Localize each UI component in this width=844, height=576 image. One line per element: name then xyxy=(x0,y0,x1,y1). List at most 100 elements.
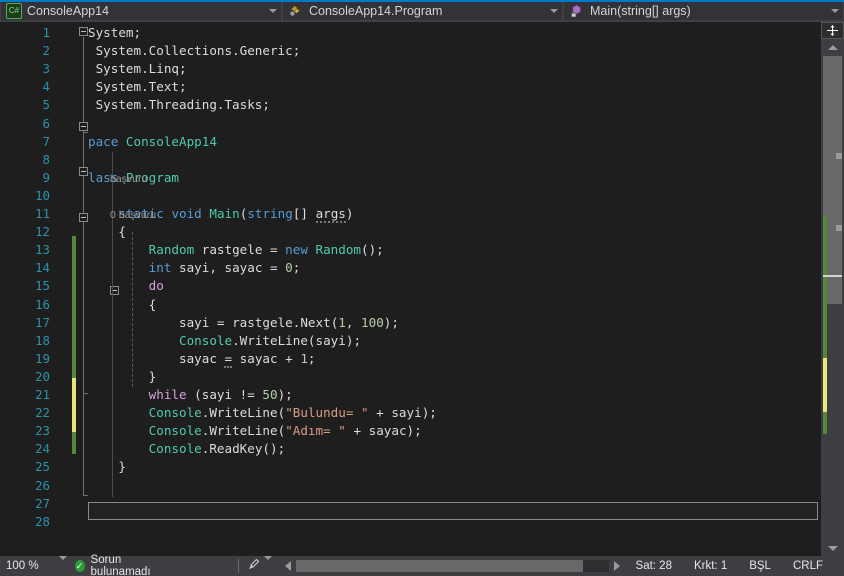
line-number: 15 xyxy=(35,278,50,294)
scroll-right-arrow-icon[interactable] xyxy=(609,559,625,573)
line-number: 2 xyxy=(42,43,50,59)
code-line[interactable]: 20 } xyxy=(0,368,844,386)
project-dropdown-chevron-down-icon[interactable] xyxy=(265,1,281,20)
code-line[interactable]: 27 xyxy=(0,495,844,513)
code-line-text: do xyxy=(148,278,164,294)
scrollbar-annotation-marker xyxy=(836,153,842,159)
type-dropdown[interactable]: ConsoleApp14.Program xyxy=(282,0,563,21)
check-circle-icon: ✓ xyxy=(74,560,85,572)
horizontal-scrollbar-thumb[interactable] xyxy=(295,560,583,572)
split-view-icon[interactable] xyxy=(821,22,844,39)
line-number: 25 xyxy=(35,459,50,475)
code-line-text: System.Text; xyxy=(88,79,187,95)
code-line[interactable]: 16 { xyxy=(0,296,844,314)
code-editor[interactable]: 1 System; 2 System.Collections.Generic; 3 S… xyxy=(0,22,844,556)
code-line[interactable]: 6 xyxy=(0,115,844,133)
build-status-label: Sorun bulunamadı xyxy=(90,554,151,576)
code-line[interactable]: 4 System.Text; xyxy=(0,78,844,96)
code-line-text: Random rastgele = new Random(); xyxy=(148,242,384,258)
project-dropdown[interactable]: C# ConsoleApp14 xyxy=(0,0,282,21)
code-line-text: int sayi, sayac = 0; xyxy=(148,260,301,276)
brush-icon xyxy=(247,558,260,574)
type-dropdown-chevron-down-icon[interactable] xyxy=(546,1,562,20)
line-number: 18 xyxy=(35,332,50,348)
caret-column-label: Krkt: 1 xyxy=(693,560,728,572)
window-accent-bar xyxy=(0,0,844,2)
code-line-text: Console.WriteLine(sayi); xyxy=(179,332,362,348)
project-dropdown-label: ConsoleApp14 xyxy=(27,3,110,18)
line-number: 16 xyxy=(35,296,50,312)
method-private-icon xyxy=(569,3,585,19)
line-endings-label[interactable]: CRLF xyxy=(782,560,834,572)
codelens-reference-count[interactable]: 0 başvuru xyxy=(110,209,156,221)
code-line[interactable]: 1 System; xyxy=(0,24,844,42)
line-number: 28 xyxy=(35,513,50,529)
code-line[interactable]: 10 xyxy=(0,187,844,205)
code-line[interactable]: 25 } xyxy=(0,458,844,476)
codelens-reference-count[interactable]: başvuru xyxy=(110,173,147,185)
code-line[interactable]: 18 Console.WriteLine(sayi); xyxy=(0,332,844,350)
code-line[interactable]: 2 System.Collections.Generic; xyxy=(0,42,844,60)
line-number: 13 xyxy=(35,242,50,258)
code-line[interactable]: 17 sayi = rastgele.Next(1, 100); xyxy=(0,314,844,332)
vertical-scrollbar[interactable] xyxy=(821,22,844,556)
scrollbar-change-marker-saved xyxy=(823,412,827,434)
build-status[interactable]: ✓ Sorun bulunamadı xyxy=(67,554,169,576)
code-line-text: } xyxy=(88,368,157,384)
line-number: 26 xyxy=(35,477,50,493)
code-line[interactable]: 24 Console.ReadKey(); xyxy=(0,440,844,458)
code-line[interactable]: 14 int sayi, sayac = 0; xyxy=(0,259,844,277)
member-dropdown[interactable]: Main(string[] args) xyxy=(563,0,844,21)
line-number: 21 xyxy=(35,387,50,402)
zoom-control[interactable]: 100 % xyxy=(0,556,67,572)
class-icon xyxy=(288,3,304,19)
code-line[interactable]: 21 while (sayi != 50); xyxy=(0,386,844,404)
line-number: 14 xyxy=(35,260,50,276)
line-number: 27 xyxy=(35,495,50,511)
line-number: 10 xyxy=(35,187,50,203)
code-line[interactable]: 15 do xyxy=(0,277,844,295)
scroll-down-arrow-icon[interactable] xyxy=(821,540,844,556)
code-line-text: pace ConsoleApp14 xyxy=(88,133,217,149)
scrollbar-change-marker-unsaved xyxy=(823,358,827,412)
code-line-text: Console.WriteLine("Bulundu= " + sayi); xyxy=(148,405,437,421)
code-line[interactable]: 3 System.Linq; xyxy=(0,60,844,78)
code-line[interactable]: 19 sayac = sayac + 1; xyxy=(0,350,844,368)
horizontal-scrollbar[interactable] xyxy=(280,559,625,573)
zoom-chevron-down-icon[interactable] xyxy=(58,556,67,572)
visual-studio-editor-window: C# ConsoleApp14 ConsoleApp14.Program Mai… xyxy=(0,0,844,576)
scroll-left-arrow-icon[interactable] xyxy=(280,559,296,573)
code-line[interactable]: 7 pace ConsoleApp14 xyxy=(0,133,844,151)
navigation-bar: C# ConsoleApp14 ConsoleApp14.Program Mai… xyxy=(0,0,844,22)
line-number: 3 xyxy=(42,61,50,77)
line-number: 5 xyxy=(42,97,50,113)
code-line[interactable]: 13 Random rastgele = new Random(); xyxy=(0,241,844,259)
scrollbar-caret-position-marker xyxy=(823,275,842,277)
line-number: 11 xyxy=(35,206,50,221)
horizontal-scrollbar-track[interactable] xyxy=(295,560,609,572)
code-line[interactable]: 28 xyxy=(0,513,844,531)
code-line[interactable]: 23 Console.WriteLine("Adım= " + sayac); xyxy=(0,422,844,440)
source-control-chevron-down-icon[interactable] xyxy=(263,556,272,572)
line-number: 19 xyxy=(35,350,50,366)
code-line[interactable]: 12 { xyxy=(0,223,844,241)
line-number: 12 xyxy=(35,224,50,240)
insert-mode-label[interactable]: BŞL xyxy=(738,560,782,572)
code-line-text: sayac = sayac + 1; xyxy=(88,350,316,368)
line-number: 7 xyxy=(42,133,50,149)
code-line[interactable]: 22 Console.WriteLine("Bulundu= " + sayi)… xyxy=(0,404,844,422)
code-line-text: Console.WriteLine("Adım= " + sayac); xyxy=(148,423,422,439)
status-bar: 100 % ✓ Sorun bulunamadı Sat: 28 Krkt: 1… xyxy=(0,554,844,576)
zoom-level-label: 100 % xyxy=(6,560,39,572)
code-line-text: sayi = rastgele.Next(1, 100); xyxy=(88,314,399,330)
line-number: 6 xyxy=(42,115,50,131)
line-number: 20 xyxy=(35,368,50,384)
code-line[interactable]: 8 xyxy=(0,151,844,169)
scroll-up-arrow-icon[interactable] xyxy=(821,39,844,55)
source-control-indicator[interactable] xyxy=(239,556,280,574)
code-line[interactable]: 5 System.Threading.Tasks; xyxy=(0,96,844,114)
csharp-project-icon: C# xyxy=(6,2,22,19)
caret-line-label: Sat: 28 xyxy=(635,560,672,572)
code-line[interactable]: 26 xyxy=(0,477,844,495)
member-dropdown-chevron-down-icon[interactable] xyxy=(827,1,843,20)
